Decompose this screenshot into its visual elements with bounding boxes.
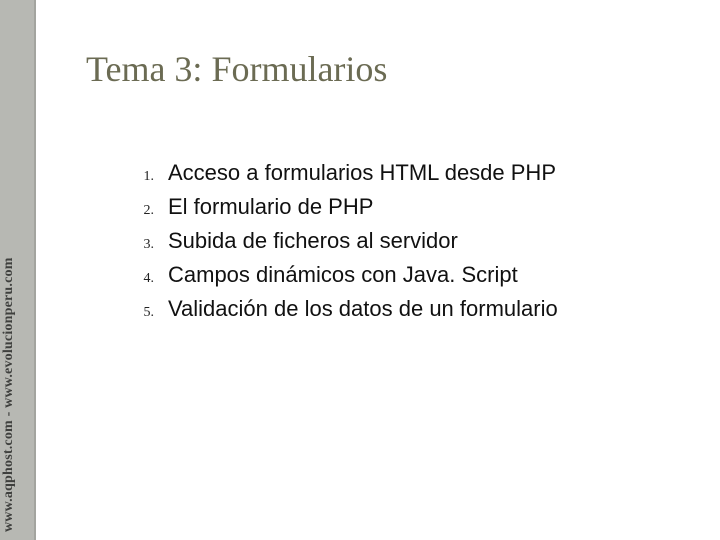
list-item-text: El formulario de PHP (168, 194, 373, 220)
list-item-number: 1. (116, 169, 168, 185)
list-item: 1. Acceso a formularios HTML desde PHP (116, 160, 680, 186)
list-item: 3. Subida de ficheros al servidor (116, 228, 680, 254)
slide: www.aqphost.com - www.evolucionperu.com … (0, 0, 720, 540)
slide-title: Tema 3: Formularios (86, 48, 387, 90)
sidebar-label-wrap: www.aqphost.com - www.evolucionperu.com (0, 0, 34, 540)
list-item-text: Validación de los datos de un formulario (168, 296, 558, 322)
list-item-number: 2. (116, 203, 168, 219)
list-item: 4. Campos dinámicos con Java. Script (116, 262, 680, 288)
list-item-text: Acceso a formularios HTML desde PHP (168, 160, 556, 186)
topic-list: 1. Acceso a formularios HTML desde PHP 2… (116, 160, 680, 330)
sidebar-strip: www.aqphost.com - www.evolucionperu.com (0, 0, 36, 540)
sidebar-label: www.aqphost.com - www.evolucionperu.com (1, 0, 17, 532)
list-item: 5. Validación de los datos de un formula… (116, 296, 680, 322)
list-item-number: 4. (116, 271, 168, 287)
list-item-text: Subida de ficheros al servidor (168, 228, 458, 254)
list-item-number: 3. (116, 237, 168, 253)
list-item-number: 5. (116, 305, 168, 321)
list-item-text: Campos dinámicos con Java. Script (168, 262, 518, 288)
list-item: 2. El formulario de PHP (116, 194, 680, 220)
